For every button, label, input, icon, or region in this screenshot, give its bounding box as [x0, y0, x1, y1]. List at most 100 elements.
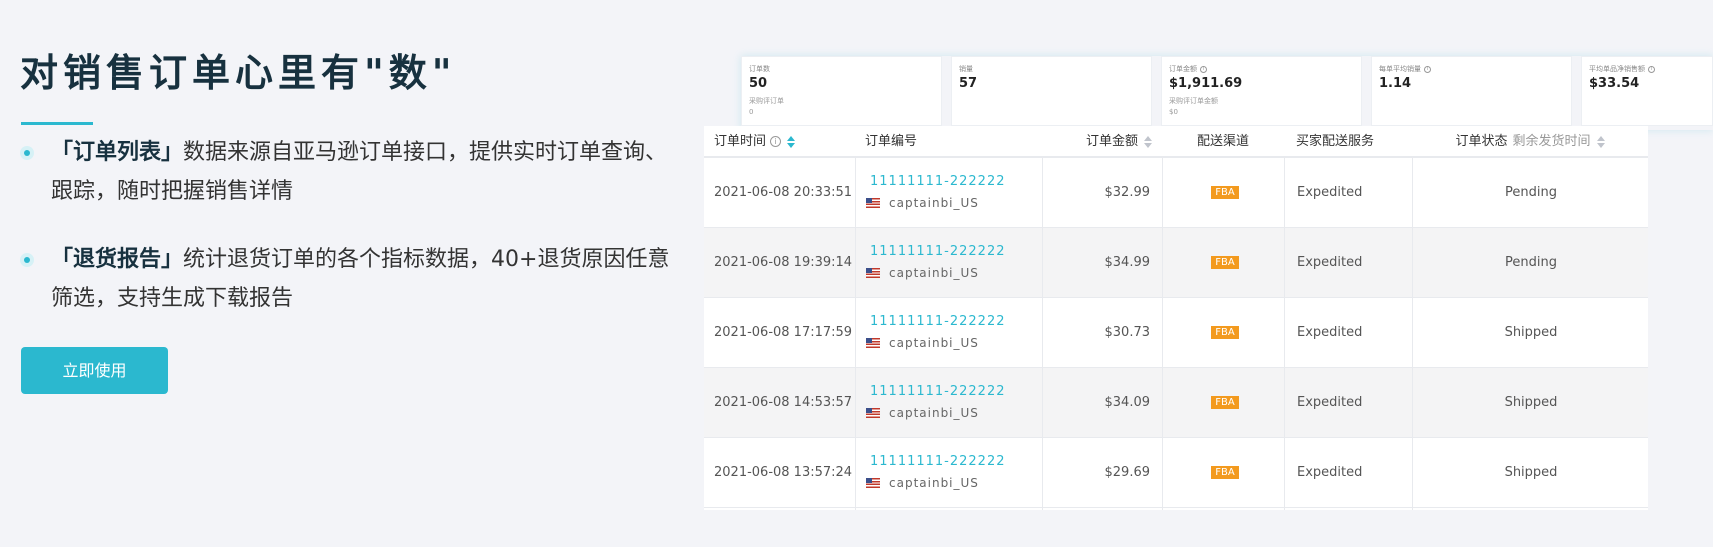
seller-account: captainbi_US	[866, 266, 979, 280]
order-id-link[interactable]: 11111111-222222	[870, 384, 1006, 399]
order-id-link[interactable]: 11111111-222222	[870, 314, 1006, 329]
cell-buyer-service: Expedited	[1297, 185, 1363, 200]
seller-account: captainbi_US	[866, 336, 979, 350]
cell-amount: $30.73	[1104, 325, 1151, 340]
us-flag-icon	[866, 268, 880, 278]
stat-sub-value: 0	[749, 108, 754, 116]
seller-name: captainbi_US	[889, 336, 979, 350]
cell-order-time: 2021-06-08 13:57:24	[714, 465, 853, 480]
header-order-time[interactable]: 订单时间 i	[714, 126, 796, 158]
column-divider	[1284, 126, 1285, 510]
header-label: 订单状态	[1455, 134, 1508, 149]
stat-card-order-amount: 订单金额 i $1,911.69 采购评订单金额 $0	[1161, 56, 1362, 126]
cell-status: Shipped	[1504, 395, 1558, 410]
stats-cards: 订单数 50 采购评订单 0 销量 57 订单金额 i $1,911.69 采购评…	[741, 56, 1713, 130]
title-underline	[21, 122, 93, 125]
cell-buyer-service: Expedited	[1297, 395, 1363, 410]
cell-status: Shipped	[1504, 325, 1558, 340]
stat-label: 平均单品净销售额	[1589, 65, 1645, 73]
info-icon[interactable]: i	[1648, 65, 1655, 73]
cell-channel: FBA	[1210, 368, 1240, 438]
fba-badge: FBA	[1211, 466, 1239, 479]
order-id-link[interactable]: 11111111-222222	[870, 454, 1006, 469]
seller-account: captainbi_US	[866, 196, 979, 210]
sort-icon[interactable]	[787, 135, 796, 148]
stat-card-avg-units: 每单平均销量 i 1.14	[1371, 56, 1572, 126]
header-channel: 配送渠道	[1196, 134, 1249, 149]
column-divider	[1042, 126, 1043, 510]
feature-return-report: 「退货报告」统计退货订单的各个指标数据，40+退货原因任意筛选，支持生成下载报告	[20, 240, 680, 318]
info-icon[interactable]: i	[1424, 65, 1431, 73]
cell-amount: $29.69	[1104, 465, 1151, 480]
stat-value: $1,911.69	[1169, 76, 1243, 91]
column-divider	[1412, 126, 1413, 510]
cell-buyer-service: Expedited	[1297, 465, 1363, 480]
feature-text: 「退货报告」统计退货订单的各个指标数据，40+退货原因任意筛选，支持生成下载报告	[51, 240, 680, 318]
feature-highlight: 「订单列表」	[51, 140, 184, 165]
cell-buyer-service: Expedited	[1297, 325, 1363, 340]
table-row[interactable]: 2021-06-08 20:33:51 11111111-222222 capt…	[704, 158, 1648, 228]
cell-status: Pending	[1505, 255, 1557, 270]
header-label: 订单金额	[1085, 134, 1138, 149]
cell-order-time: 2021-06-08 19:39:14	[714, 255, 853, 270]
seller-account: captainbi_US	[866, 406, 979, 420]
stat-sub-label: 采购评订单金额	[1169, 97, 1218, 105]
page-title: 对销售订单心里有"数"	[20, 51, 457, 95]
sort-icon[interactable]	[1596, 135, 1605, 148]
table-row[interactable]: 2021-06-08 13:57:24 11111111-222222 capt…	[704, 438, 1648, 508]
seller-name: captainbi_US	[889, 406, 979, 420]
stat-value: 50	[749, 76, 768, 91]
cell-channel: FBA	[1210, 158, 1240, 228]
stat-label: 订单数	[749, 65, 770, 73]
fba-badge: FBA	[1211, 326, 1239, 339]
us-flag-icon	[866, 478, 880, 488]
order-id-link[interactable]: 11111111-222222	[870, 244, 1006, 259]
stat-label: 销量	[959, 65, 973, 73]
stat-sub-value: $0	[1169, 108, 1178, 116]
stat-value: 57	[959, 76, 978, 91]
stat-value: $33.54	[1589, 76, 1640, 91]
stat-label-row: 订单金额 i	[1169, 64, 1354, 74]
use-now-button[interactable]: 立即使用	[21, 347, 168, 394]
fba-badge: FBA	[1211, 186, 1239, 199]
stat-value: 1.14	[1379, 76, 1412, 91]
table-row[interactable]: 2021-06-08 19:39:14 11111111-222222 capt…	[704, 228, 1648, 298]
cell-order-time: 2021-06-08 17:17:59	[714, 325, 853, 340]
bullet-dot-icon	[20, 253, 34, 267]
stat-label-row: 平均单品净销售额 i	[1589, 64, 1705, 74]
info-icon[interactable]: i	[1200, 65, 1207, 73]
cell-status: Pending	[1505, 185, 1557, 200]
header-status[interactable]: 订单状态 剩余发货时间	[1412, 126, 1648, 158]
cell-amount: $34.99	[1104, 255, 1151, 270]
stat-card-avg-net-sales: 平均单品净销售额 i $33.54	[1581, 56, 1713, 126]
stat-sub-label: 采购评订单	[749, 97, 784, 105]
stat-label: 每单平均销量	[1379, 65, 1421, 73]
fba-badge: FBA	[1211, 256, 1239, 269]
table-header: 订单时间 i 订单编号 订单金额 配送渠道 买家配送服务 订单状态 剩余发货时间	[704, 126, 1648, 158]
us-flag-icon	[866, 338, 880, 348]
info-icon[interactable]: i	[770, 136, 782, 147]
cell-status: Shipped	[1504, 465, 1558, 480]
header-label: 订单时间	[714, 134, 767, 149]
stat-label: 订单金额	[1169, 65, 1197, 73]
cell-channel: FBA	[1210, 228, 1240, 298]
stat-card-units: 销量 57	[951, 56, 1152, 126]
sort-icon[interactable]	[1144, 135, 1152, 148]
seller-account: captainbi_US	[866, 476, 979, 490]
cell-channel: FBA	[1210, 298, 1240, 368]
seller-name: captainbi_US	[889, 196, 979, 210]
feature-text: 「订单列表」数据来源自亚马逊订单接口，提供实时订单查询、跟踪，随时把握销售详情	[51, 133, 680, 211]
table-row[interactable]: 2021-06-08 14:53:57 11111111-222222 capt…	[704, 368, 1648, 438]
us-flag-icon	[866, 198, 880, 208]
cell-amount: $34.09	[1104, 395, 1151, 410]
column-divider	[855, 126, 856, 510]
header-amount[interactable]: 订单金额	[1044, 126, 1152, 158]
fba-badge: FBA	[1211, 396, 1239, 409]
stat-card-orders: 订单数 50 采购评订单 0	[741, 56, 942, 126]
orders-table: 2021-06-08 20:33:51 11111111-222222 capt…	[704, 126, 1648, 510]
table-row[interactable]: 2021-06-08 17:17:59 11111111-222222 capt…	[704, 298, 1648, 368]
order-id-link[interactable]: 11111111-222222	[870, 174, 1006, 189]
cell-amount: $32.99	[1104, 185, 1151, 200]
bullet-dot-icon	[20, 146, 34, 160]
cell-order-time: 2021-06-08 14:53:57	[714, 395, 853, 410]
